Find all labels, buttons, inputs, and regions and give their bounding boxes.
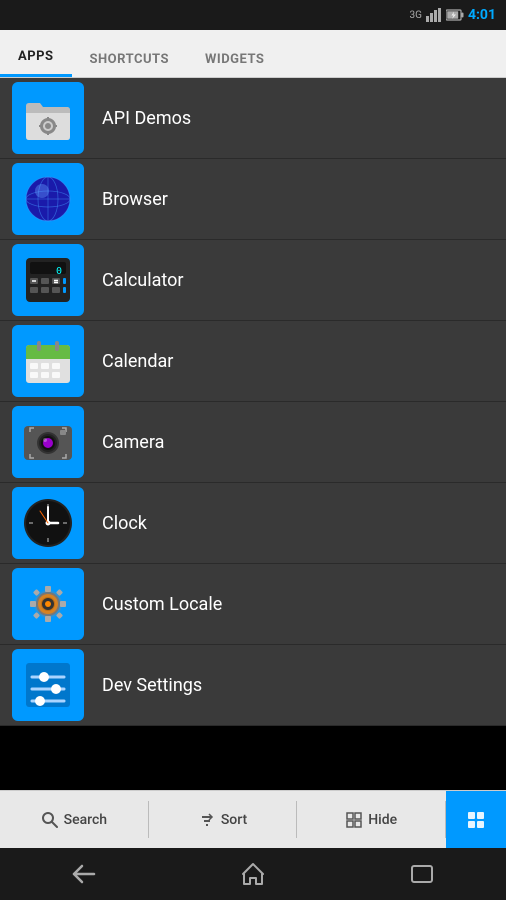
app-name-calculator: Calculator [102, 270, 183, 291]
sort-button[interactable]: Sort [149, 791, 298, 848]
tab-shortcuts[interactable]: SHORTCUTS [72, 42, 188, 77]
network-indicator: 3G [410, 10, 422, 21]
app-name-api-demos: API Demos [102, 108, 191, 129]
list-item[interactable]: Clock [0, 483, 506, 564]
list-item[interactable]: Dev Settings [0, 645, 506, 726]
back-button[interactable] [54, 854, 114, 894]
hide-label: Hide [368, 812, 397, 828]
search-icon [42, 812, 58, 828]
app-name-clock: Clock [102, 513, 147, 534]
recents-icon [409, 863, 435, 885]
app-icon-camera [12, 406, 84, 478]
signal-bars-icon [426, 8, 442, 22]
app-name-custom-locale: Custom Locale [102, 594, 222, 615]
status-icons: 3G 4:01 [410, 7, 496, 23]
home-button[interactable] [223, 854, 283, 894]
search-button[interactable]: Search [0, 791, 149, 848]
list-item[interactable]: 0 [0, 240, 506, 321]
clock-display: 4:01 [468, 7, 496, 23]
hide-button[interactable]: Hide [297, 791, 446, 848]
app-name-browser: Browser [102, 189, 168, 210]
back-icon [70, 864, 98, 884]
tab-widgets[interactable]: WIDGETS [187, 42, 282, 77]
app-icon-clock [12, 487, 84, 559]
nav-bar [0, 848, 506, 900]
list-item[interactable]: Browser [0, 159, 506, 240]
app-icon-calculator: 0 [12, 244, 84, 316]
app-icon-calendar [12, 325, 84, 397]
home-icon [240, 861, 266, 887]
app-name-camera: Camera [102, 432, 164, 453]
search-label: Search [64, 812, 107, 828]
list-item[interactable]: Custom Locale [0, 564, 506, 645]
hide-icon [346, 812, 362, 828]
list-view-icon [467, 811, 485, 829]
app-icon-browser [12, 163, 84, 235]
battery-icon [446, 9, 464, 21]
list-item[interactable]: Calendar [0, 321, 506, 402]
app-name-dev-settings: Dev Settings [102, 675, 202, 696]
active-view-button[interactable] [446, 791, 506, 848]
tab-apps[interactable]: APPS [0, 39, 72, 77]
list-item[interactable]: API Demos [0, 78, 506, 159]
list-item[interactable]: Camera [0, 402, 506, 483]
app-icon-api-demos [12, 82, 84, 154]
sort-label: Sort [221, 812, 247, 828]
bottom-toolbar: Search Sort Hide [0, 790, 506, 848]
status-bar: 3G 4:01 [0, 0, 506, 30]
recents-button[interactable] [392, 854, 452, 894]
app-list: API Demos Bro [0, 78, 506, 790]
app-icon-dev-settings [12, 649, 84, 721]
sort-icon [199, 812, 215, 828]
app-icon-custom-locale [12, 568, 84, 640]
svg-text:0: 0 [56, 266, 62, 277]
app-name-calendar: Calendar [102, 351, 173, 372]
tab-bar: APPS SHORTCUTS WIDGETS [0, 30, 506, 78]
